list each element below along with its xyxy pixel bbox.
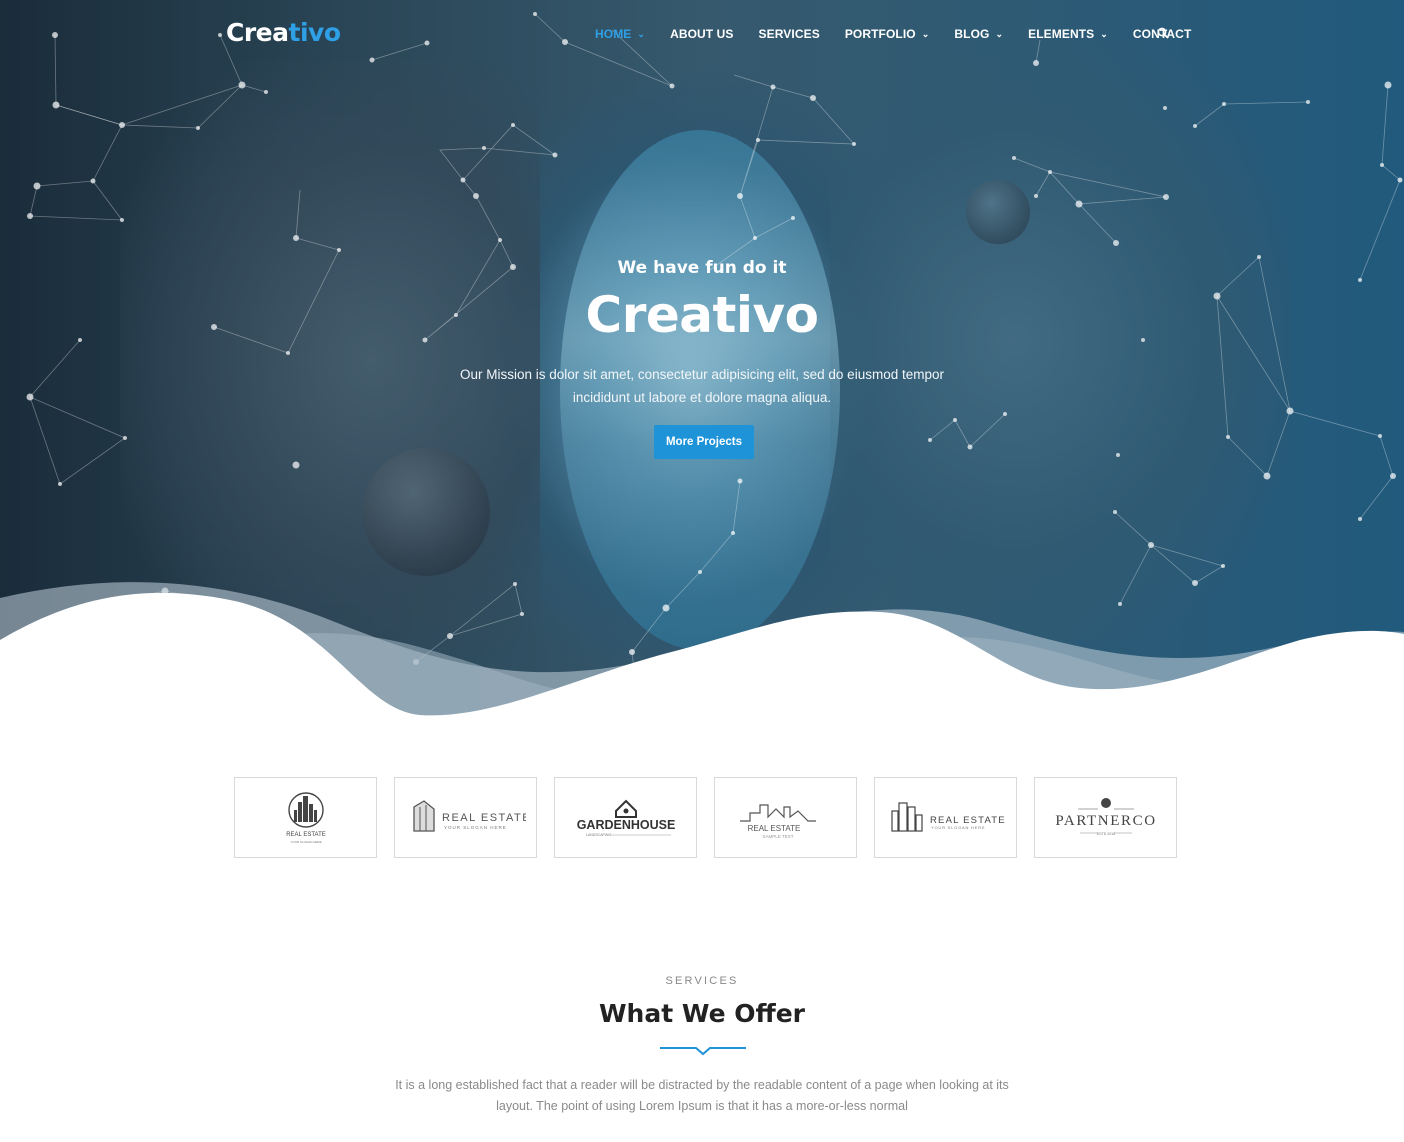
svg-text:PARTNERCO: PARTNERCO: [1055, 813, 1156, 829]
svg-text:REAL ESTATE: REAL ESTATE: [442, 812, 526, 824]
services-intro-text: It is a long established fact that a rea…: [395, 1078, 1009, 1113]
nav-item-about-us[interactable]: ABOUT US: [670, 27, 733, 41]
svg-text:YOUR SLOGAN HERE: YOUR SLOGAN HERE: [290, 840, 321, 844]
svg-text:SAMPLE TEXT: SAMPLE TEXT: [762, 834, 793, 839]
hero-description: Our Mission is dolor sit amet, consectet…: [460, 367, 944, 405]
chevron-down-icon: ⌄: [995, 28, 1004, 39]
chevron-down-icon: ⌄: [1100, 28, 1108, 39]
partner-logo-partnerco[interactable]: PARTNERCO ESTD 2016: [1034, 777, 1177, 858]
svg-text:ESTD 2016: ESTD 2016: [1096, 832, 1114, 836]
chevron-down-icon: ⌄: [637, 28, 646, 39]
more-projects-button[interactable]: More Projects: [654, 425, 754, 459]
title-divider: [660, 1047, 746, 1056]
nav-item-home[interactable]: HOME ⌄: [595, 27, 645, 41]
nav-item-elements[interactable]: ELEMENTS ⌄: [1028, 27, 1108, 41]
svg-text:REAL ESTATE: REAL ESTATE: [286, 832, 326, 838]
site-logo[interactable]: Creativo: [226, 18, 341, 47]
nav-item-services[interactable]: SERVICES: [759, 27, 820, 41]
hero-title: Creativo: [585, 286, 820, 344]
partner-logo-real-estate-3[interactable]: REAL ESTATE SAMPLE TEXT: [714, 777, 857, 858]
nav-item-blog[interactable]: BLOG ⌄: [954, 27, 1003, 41]
search-icon[interactable]: [1157, 27, 1169, 39]
partner-logos: REAL ESTATE YOUR SLOGAN HERE REAL ESTATE…: [234, 777, 1177, 858]
partner-logo-gardenhouse[interactable]: GARDENHOUSE LANDSCAPING: [554, 777, 697, 858]
partner-logo-real-estate-2[interactable]: REAL ESTATE YOUR SLOGAN HERE: [394, 777, 537, 858]
svg-text:YOUR SLOGAN HERE: YOUR SLOGAN HERE: [444, 825, 507, 830]
svg-text:GARDENHOUSE: GARDENHOUSE: [576, 818, 675, 832]
services-eyebrow: SERVICES: [665, 975, 739, 987]
svg-text:REAL ESTATE: REAL ESTATE: [747, 824, 800, 833]
chevron-down-icon: ⌄: [921, 28, 930, 39]
hero-wave-divider: [0, 582, 1404, 740]
main-navigation: HOME ⌄ ABOUT US SERVICES PORTFOLIO ⌄ BLOG ⌄…: [595, 27, 1216, 41]
partner-logo-real-estate-1[interactable]: REAL ESTATE YOUR SLOGAN HERE: [234, 777, 377, 858]
hero-tagline: We have fun do it: [617, 258, 787, 278]
nav-item-portfolio[interactable]: PORTFOLIO ⌄: [845, 27, 930, 41]
partner-logo-real-estate-4[interactable]: REAL ESTATE YOUR SLOGAN HERE: [874, 777, 1017, 858]
svg-text:LANDSCAPING: LANDSCAPING: [586, 833, 611, 837]
svg-text:YOUR SLOGAN HERE: YOUR SLOGAN HERE: [931, 825, 985, 830]
services-title: What We Offer: [598, 999, 806, 1028]
